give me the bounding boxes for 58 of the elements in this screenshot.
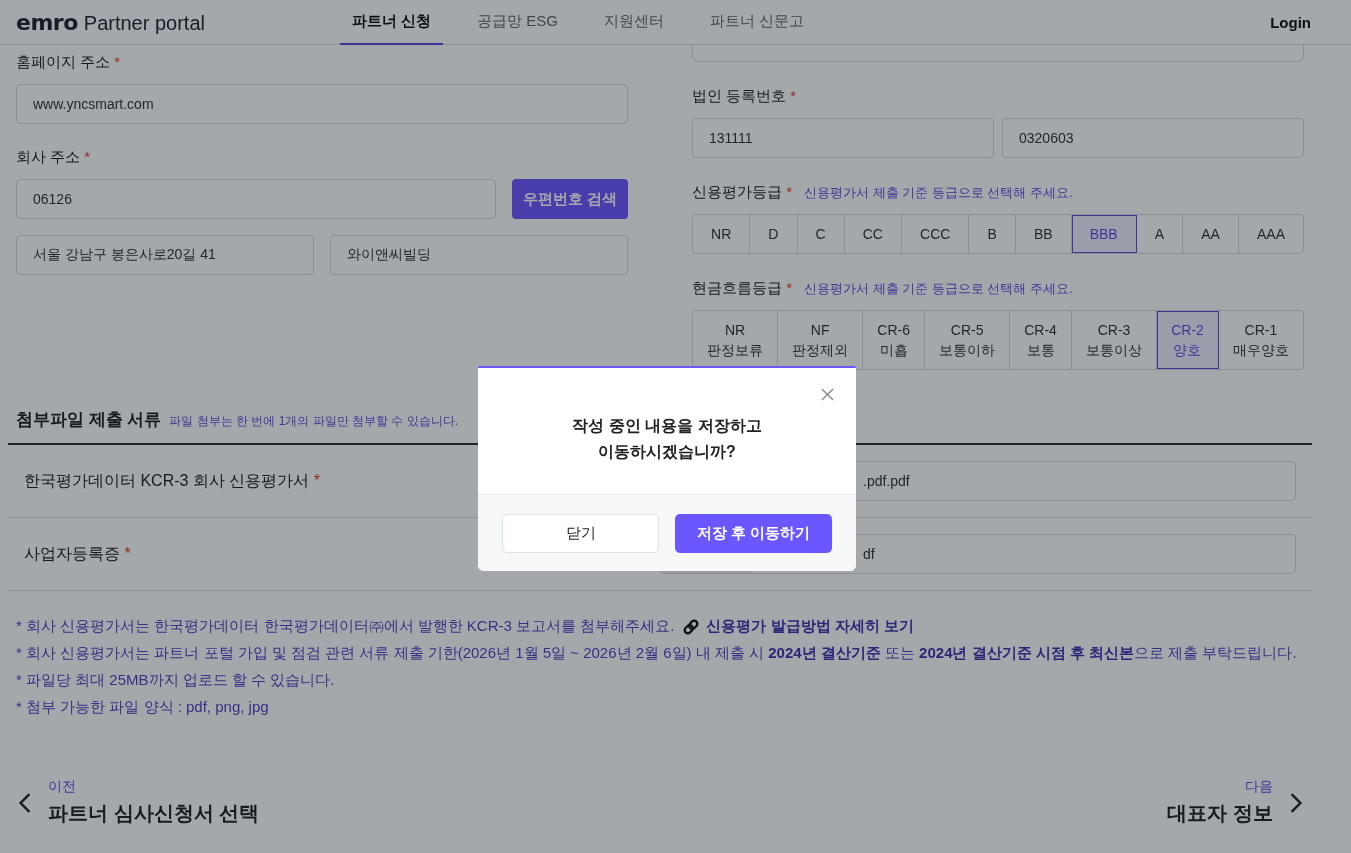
field-label: 법인 등록번호 *: [692, 87, 797, 106]
next-step-link[interactable]: 대표자 정보: [1167, 800, 1273, 827]
grade-option[interactable]: CR-5 보통이하: [925, 311, 1011, 369]
note-text: * 첨부 가능한 파일 양식 : pdf, png, jpg: [16, 698, 269, 717]
field-label: 현금흐름등급 *: [692, 279, 792, 298]
grade-option[interactable]: D: [750, 215, 798, 253]
portal-title: Partner portal: [83, 11, 205, 35]
save-and-go-button[interactable]: 저장 후 이동하기: [675, 513, 832, 553]
grade-option[interactable]: A: [1136, 215, 1184, 253]
grade-option[interactable]: CR-4 보통: [1010, 311, 1072, 369]
section-title: 첨부파일 제출 서류: [16, 409, 162, 431]
grade-option[interactable]: CCC: [902, 215, 970, 253]
hint-text: 신용평가서 제출 기준 등급으로 선택해 주세요.: [804, 184, 1073, 202]
nav-tab[interactable]: 파트너 신문고: [698, 0, 817, 45]
input-field[interactable]: 131111: [692, 118, 994, 158]
input-field[interactable]: 06126: [16, 179, 496, 219]
note-text: * 회사 신용평가서는 한국평가데이터 한국평가데이터㈜에서 발행한 KCR-3 보고서를 첨부해주세요.: [16, 617, 675, 636]
grade-option[interactable]: BBB: [1071, 215, 1137, 253]
grade-option[interactable]: NR: [693, 215, 751, 253]
close-button[interactable]: 닫기: [502, 513, 659, 553]
input-field[interactable]: 와이앤씨빌딩: [330, 235, 628, 275]
dialog-message: 작성 중인 내용을 저장하고 이동하시겠습니까?: [572, 416, 762, 462]
input-field[interactable]: 서울 강남구 봉은사로20길 41: [16, 235, 314, 275]
grade-option[interactable]: BB: [1015, 215, 1072, 253]
field-label: 신용평가등급 *: [692, 183, 792, 202]
chevron-left-icon[interactable]: [18, 791, 32, 814]
field-label: 한국평가데이터 KCR-3 회사 신용평가서 *: [24, 470, 321, 491]
previous-step-link[interactable]: 파트너 심사신청서 선택: [48, 800, 260, 827]
nav-tab[interactable]: 파트너 신청: [340, 0, 444, 45]
link-icon: [682, 617, 701, 636]
grade-option[interactable]: CR-2 양호: [1157, 311, 1219, 369]
grade-option[interactable]: CR-6 미흡: [863, 311, 926, 369]
input-field[interactable]: www.yncsmart.com: [16, 84, 628, 124]
grade-option[interactable]: CC: [844, 215, 903, 253]
hint-text: 신용평가서 제출 기준 등급으로 선택해 주세요.: [804, 280, 1073, 298]
hint-text: 파일 첨부는 한 번에 1개의 파일만 첨부할 수 있습니다.: [169, 413, 459, 430]
pager-caption: 다음: [1245, 778, 1273, 796]
input-field[interactable]: 0320603: [1002, 118, 1304, 158]
nav-tab[interactable]: 지원센터: [592, 0, 677, 45]
close-icon[interactable]: [821, 388, 834, 401]
chevron-right-icon[interactable]: [1289, 791, 1303, 814]
zip-search-button[interactable]: 우편번호 검색: [512, 179, 628, 219]
field-label: 회사 주소 *: [16, 148, 91, 167]
grade-option[interactable]: AA: [1183, 215, 1239, 253]
nav-tab[interactable]: 공급망 ESG: [465, 0, 571, 45]
field-label: 홈페이지 주소 *: [16, 53, 121, 72]
note-text: * 회사 신용평가서는 파트너 포털 가입 및 점검 관련 서류 제출 기한(2026년 1월 5일 ~ 2026년 2월 6일) 내 제출 시 2024년 결산기준 또는 2024년 결산기준 시점 후 최신본으로 제출 부탁드립니다.: [16, 644, 1297, 663]
grade-option[interactable]: CR-1 매우양호: [1218, 311, 1303, 369]
field-label: 사업자등록증 *: [24, 543, 131, 564]
pager-caption: 이전: [48, 778, 77, 796]
login-link[interactable]: Login: [1270, 13, 1311, 31]
note-text: * 파일당 최대 25MB까지 업로드 할 수 있습니다.: [16, 671, 335, 690]
logo[interactable]: emro: [16, 9, 78, 35]
grade-option[interactable]: B: [969, 215, 1016, 253]
grade-option[interactable]: AAA: [1238, 215, 1303, 253]
grade-option[interactable]: C: [797, 215, 845, 253]
input-field[interactable]: [692, 45, 1304, 62]
guide-link[interactable]: 신용평가 발급방법 자세히 보기: [682, 617, 914, 636]
